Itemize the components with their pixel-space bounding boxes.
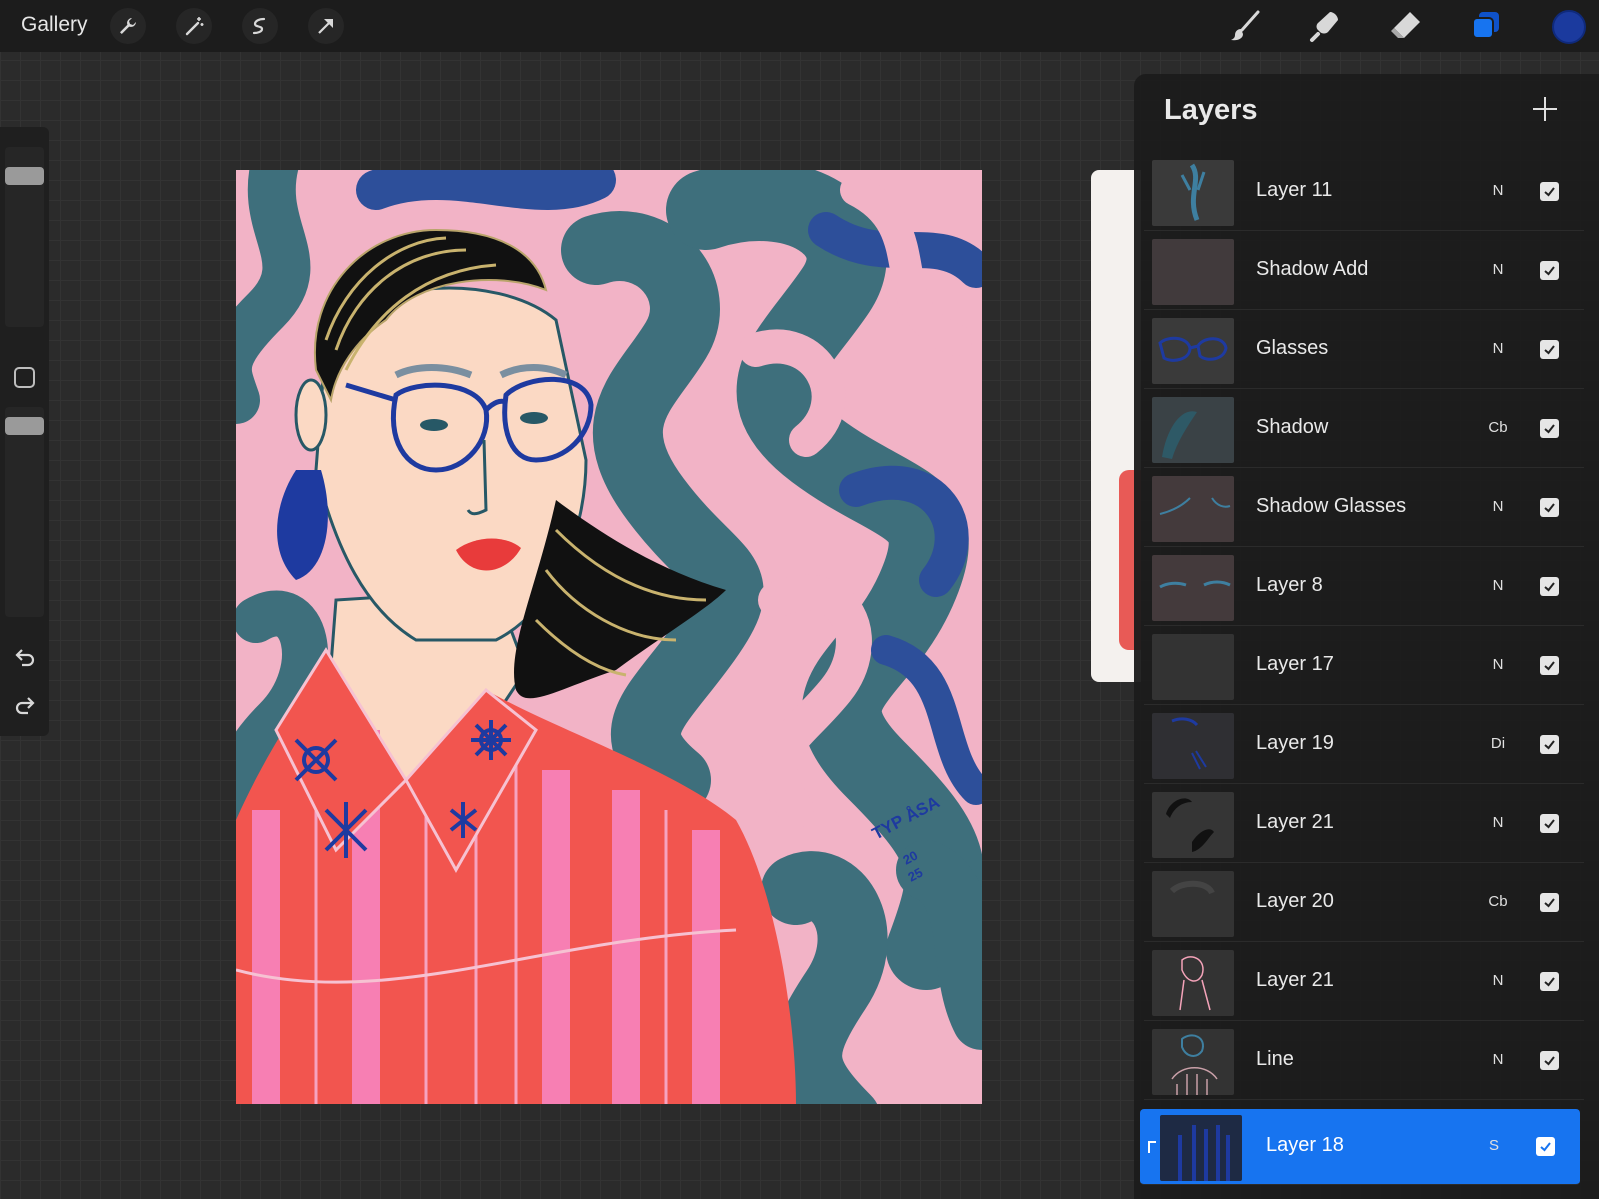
layer-thumbnail (1152, 713, 1234, 779)
visibility-checkbox[interactable] (1540, 656, 1559, 675)
magic-wand-icon[interactable] (176, 8, 212, 44)
color-picker-button[interactable] (1552, 10, 1586, 44)
layer-name: Layer 21 (1256, 969, 1334, 991)
top-toolbar: Gallery (0, 0, 1599, 52)
layer-row[interactable]: Shadow Glasses N (1144, 470, 1584, 547)
selection-icon[interactable] (242, 8, 278, 44)
blend-mode-button[interactable]: N (1484, 814, 1512, 831)
layer-row[interactable]: Layer 21 N (1144, 786, 1584, 863)
brush-icon[interactable] (1226, 8, 1266, 44)
transform-arrow-icon[interactable] (308, 8, 344, 44)
add-layer-icon[interactable] (1530, 94, 1560, 124)
blend-mode-button[interactable]: N (1484, 498, 1512, 515)
layer-thumbnail (1152, 1029, 1234, 1095)
opacity-slider-thumb[interactable] (5, 417, 44, 435)
visibility-checkbox[interactable] (1540, 182, 1559, 201)
wrench-icon[interactable] (110, 8, 146, 44)
layer-name: Layer 20 (1256, 890, 1334, 912)
redo-icon[interactable] (12, 693, 38, 719)
layer-name: Glasses (1256, 337, 1329, 359)
blend-mode-button[interactable]: N (1484, 656, 1512, 673)
visibility-checkbox[interactable] (1540, 814, 1559, 833)
layer-thumbnail (1152, 239, 1234, 305)
layer-row[interactable]: Shadow Cb (1144, 391, 1584, 468)
layer-thumbnail (1152, 476, 1234, 542)
blend-mode-button[interactable]: N (1484, 972, 1512, 989)
layer-thumbnail (1152, 634, 1234, 700)
brush-size-slider-thumb[interactable] (5, 167, 44, 185)
blend-mode-button[interactable]: Cb (1484, 893, 1512, 910)
visibility-checkbox[interactable] (1540, 261, 1559, 280)
blend-mode-button[interactable]: S (1480, 1137, 1508, 1154)
layer-thumbnail (1152, 871, 1234, 937)
layer-thumbnail (1152, 792, 1234, 858)
layer-row-selected[interactable]: Layer 18 S (1140, 1109, 1580, 1185)
visibility-checkbox[interactable] (1540, 1051, 1559, 1070)
layer-name: Line (1256, 1048, 1294, 1070)
layers-icon[interactable] (1466, 8, 1506, 44)
drawing-canvas[interactable]: TYP ÅSA 20 25 (236, 170, 982, 1104)
layer-row[interactable]: Layer 8 N (1144, 549, 1584, 626)
undo-icon[interactable] (12, 645, 38, 671)
modify-square-button[interactable] (14, 367, 35, 388)
blend-mode-button[interactable]: N (1484, 261, 1512, 278)
visibility-checkbox[interactable] (1540, 893, 1559, 912)
visibility-checkbox[interactable] (1540, 735, 1559, 754)
layer-name: Shadow Add (1256, 258, 1369, 280)
layer-thumbnail (1152, 160, 1234, 226)
blend-mode-button[interactable]: N (1484, 182, 1512, 199)
blend-mode-button[interactable]: Cb (1484, 419, 1512, 436)
layer-name: Layer 11 (1256, 179, 1333, 201)
layers-panel: Layers Layer 11 N Shadow Add N Glasses N… (1134, 74, 1599, 1199)
gallery-button[interactable]: Gallery (21, 13, 88, 37)
layer-row[interactable]: Layer 19 Di (1144, 707, 1584, 784)
layer-thumbnail (1160, 1115, 1242, 1181)
layer-thumbnail (1152, 555, 1234, 621)
layer-thumbnail (1152, 397, 1234, 463)
visibility-checkbox[interactable] (1540, 498, 1559, 517)
layer-row[interactable]: Line N (1144, 1023, 1584, 1100)
layer-thumbnail (1152, 950, 1234, 1016)
blend-mode-button[interactable]: N (1484, 577, 1512, 594)
left-sidebar (0, 127, 49, 736)
layer-name: Shadow (1256, 416, 1329, 438)
opacity-slider[interactable] (5, 407, 44, 617)
smudge-icon[interactable] (1306, 8, 1346, 44)
blend-mode-button[interactable]: Di (1484, 735, 1512, 752)
artwork-illustration: TYP ÅSA 20 25 (236, 170, 982, 1104)
clipping-mask-icon (1148, 1141, 1156, 1153)
layer-name: Layer 18 (1266, 1134, 1344, 1156)
layer-name: Layer 19 (1256, 732, 1334, 754)
visibility-checkbox[interactable] (1540, 972, 1559, 991)
layer-row[interactable]: Glasses N (1144, 312, 1584, 389)
layer-name: Layer 8 (1256, 574, 1323, 596)
layers-panel-title: Layers (1164, 94, 1258, 126)
brush-size-slider[interactable] (5, 147, 44, 327)
blend-mode-button[interactable]: N (1484, 340, 1512, 357)
visibility-checkbox[interactable] (1540, 577, 1559, 596)
blend-mode-button[interactable]: N (1484, 1051, 1512, 1068)
layer-row[interactable]: Layer 11 N (1144, 154, 1584, 231)
visibility-checkbox[interactable] (1540, 419, 1559, 438)
layer-thumbnail (1152, 318, 1234, 384)
layer-row[interactable]: Layer 21 N (1144, 944, 1584, 1021)
layer-row[interactable]: Layer 20 Cb (1144, 865, 1584, 942)
layer-name: Layer 17 (1256, 653, 1334, 675)
layer-row[interactable]: Shadow Add N (1144, 233, 1584, 310)
eraser-icon[interactable] (1386, 8, 1426, 44)
layer-name: Shadow Glasses (1256, 495, 1407, 517)
layer-row[interactable]: Layer 17 N (1144, 628, 1584, 705)
visibility-checkbox[interactable] (1540, 340, 1559, 359)
visibility-checkbox[interactable] (1536, 1137, 1555, 1156)
layer-name: Layer 21 (1256, 811, 1334, 833)
